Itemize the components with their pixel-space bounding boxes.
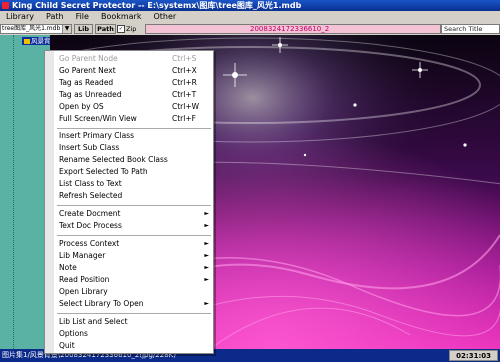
zip-checkbox[interactable]: ✓ [117,25,125,33]
menu-item-lib-list-and-select[interactable]: Lib List and Select [54,316,213,328]
menu-item-read-position[interactable]: Read Position ► [54,274,213,286]
tree-node-selected[interactable]: 风景背景 [22,37,50,45]
menu-item-label: Go Parent Node [59,54,118,63]
submenu-arrow-icon: ► [204,240,209,247]
search-input[interactable]: Search Title [441,24,500,34]
menu-item-label: Export Selected To Path [59,167,148,176]
menu-item-shortcut: Ctrl+F [172,114,196,123]
menu-library[interactable]: Library [0,11,40,23]
class-tree-panel[interactable]: 风景背景 [0,35,50,349]
menu-separator [57,205,211,206]
menu-item-insert-primary-class[interactable]: Insert Primary Class [54,130,213,142]
menu-item-label: Read Position [59,275,110,284]
library-select-value: tree图库_风光1.mdb [2,25,61,32]
menu-item-options[interactable]: Options [54,328,213,340]
chevron-down-icon[interactable]: ▼ [62,25,71,33]
menu-separator [57,313,211,314]
menu-item-label: List Class to Text [59,179,122,188]
menu-item-refresh-selected[interactable]: Refresh Selected [54,190,213,202]
menu-item-note[interactable]: Note ► [54,262,213,274]
tree-node-label: 风景背景 [31,37,50,45]
menu-bar: Library Path File Bookmark Other [0,11,500,23]
menu-item-process-context[interactable]: Process Context ► [54,238,213,250]
folder-icon [24,38,30,44]
menu-item-label: Options [59,329,88,338]
context-menu: Go Parent Node Ctrl+S Go Parent Next Ctrl+… [44,50,214,354]
menu-item-shortcut: Ctrl+S [172,54,197,63]
menu-item-go-parent-next[interactable]: Go Parent Next Ctrl+X [54,65,213,77]
menu-item-export-selected-to-path[interactable]: Export Selected To Path [54,166,213,178]
library-select[interactable]: tree图库_风光1.mdb ▼ [0,24,72,34]
menu-file[interactable]: File [70,11,95,23]
menu-item-label: Select Library To Open [59,299,144,308]
menu-item-select-library-to-open[interactable]: Select Library To Open ► [54,298,213,310]
menu-item-insert-sub-class[interactable]: Insert Sub Class [54,142,213,154]
menu-item-rename-selected-book-class[interactable]: Rename Selected Book Class [54,154,213,166]
submenu-arrow-icon: ► [204,300,209,307]
menu-item-full-screen[interactable]: Full Screen/Win View Ctrl+F [54,113,213,125]
menu-item-shortcut: Ctrl+T [172,90,197,99]
menu-item-text-doc-process[interactable]: Text Doc Process ► [54,220,213,232]
menu-item-label: Open by OS [59,102,104,111]
submenu-arrow-icon: ► [204,252,209,259]
submenu-arrow-icon: ► [204,276,209,283]
menu-path[interactable]: Path [40,11,70,23]
menu-item-label: Rename Selected Book Class [59,155,168,164]
menu-item-tag-as-readed[interactable]: Tag as Readed Ctrl+R [54,77,213,89]
lib-button[interactable]: Lib [74,24,93,34]
title-bar: King Child Secret Protector -- E:\system… [0,0,500,11]
menu-item-label: Note [59,263,77,272]
tree-guide-line [13,35,15,349]
submenu-arrow-icon: ► [204,264,209,271]
submenu-arrow-icon: ► [204,222,209,229]
menu-item-label: Tag as Readed [59,78,114,87]
menu-separator [57,128,211,129]
menu-item-tag-as-unreaded[interactable]: Tag as Unreaded Ctrl+T [54,89,213,101]
menu-separator [57,235,211,236]
menu-item-label: Text Doc Process [59,221,122,230]
menu-item-open-library[interactable]: Open Library [54,286,213,298]
zip-label: Zip [126,25,137,33]
menu-bookmark[interactable]: Bookmark [95,11,148,23]
menu-other[interactable]: Other [147,11,182,23]
menu-item-quit[interactable]: Quit [54,340,213,352]
window-title: King Child Secret Protector -- E:\system… [12,1,302,10]
menu-item-shortcut: Ctrl+W [172,102,200,111]
menu-item-create-docment[interactable]: Create Docment ► [54,208,213,220]
menu-item-label: Tag as Unreaded [59,90,122,99]
menu-item-list-class-to-text[interactable]: List Class to Text [54,178,213,190]
menu-item-open-by-os[interactable]: Open by OS Ctrl+W [54,101,213,113]
menu-item-go-parent-node[interactable]: Go Parent Node Ctrl+S [54,53,213,65]
menu-item-label: Go Parent Next [59,66,116,75]
menu-item-label: Lib List and Select [59,317,128,326]
menu-item-label: Open Library [59,287,108,296]
menu-item-label: Quit [59,341,75,350]
submenu-arrow-icon: ► [204,210,209,217]
menu-item-label: Create Docment [59,209,121,218]
menu-item-label: Insert Primary Class [59,131,134,140]
zip-toggle[interactable]: ✓ Zip [117,24,136,34]
path-button[interactable]: Path [95,24,116,34]
menu-item-label: Lib Manager [59,251,106,260]
menu-item-label: Full Screen/Win View [59,114,137,123]
menu-item-label: Refresh Selected [59,191,123,200]
menu-item-label: Insert Sub Class [59,143,120,152]
menu-item-shortcut: Ctrl+R [172,78,197,87]
menu-item-lib-manager[interactable]: Lib Manager ► [54,250,213,262]
status-time: 02:31:03 [449,350,498,361]
toolbar: tree图库_风光1.mdb ▼ Lib Path ✓ Zip 200832417… [0,23,500,35]
menu-item-label: Process Context [59,239,120,248]
menu-item-shortcut: Ctrl+X [172,66,197,75]
menu-icon-stripe [45,51,54,353]
app-icon [2,2,9,9]
path-field[interactable]: 2008324172336610_2 [145,24,441,34]
